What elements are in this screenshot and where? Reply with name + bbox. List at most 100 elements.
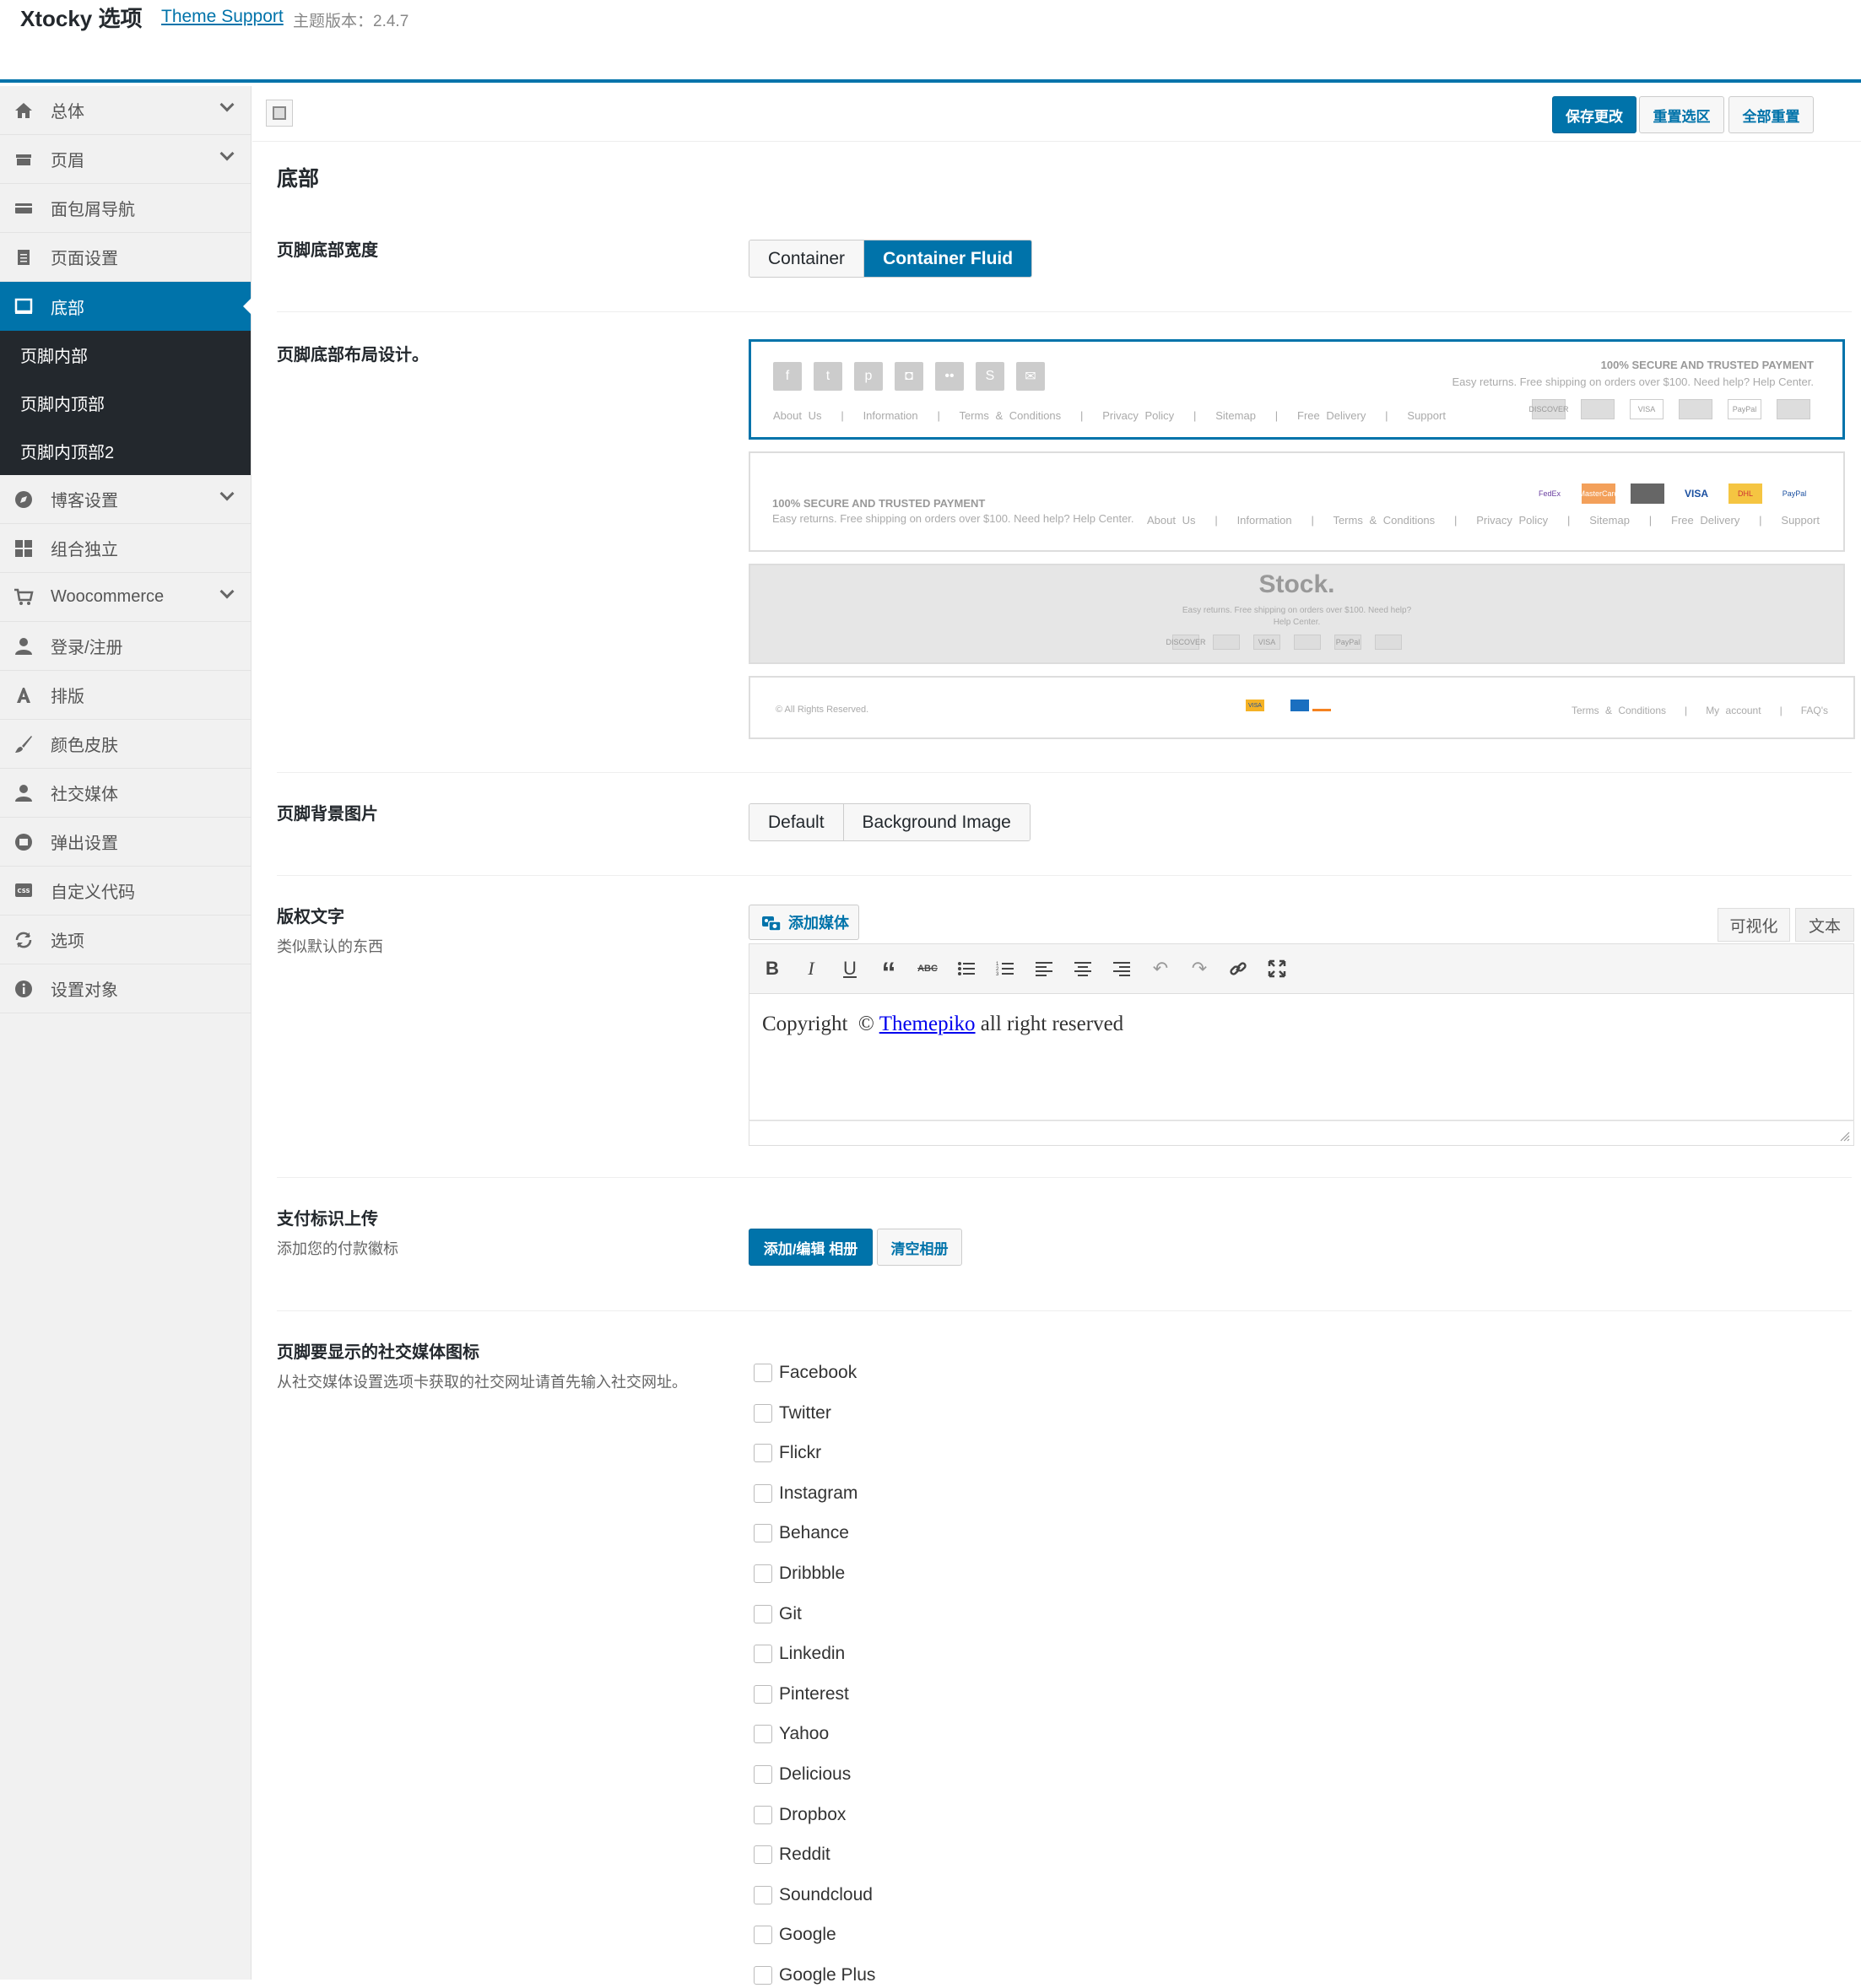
sidebar-subitem-footer-top[interactable]: 页脚内顶部	[0, 379, 251, 427]
tab-visual[interactable]: 可视化	[1718, 908, 1790, 942]
user-icon	[12, 781, 35, 805]
sidebar-item-blog[interactable]: 博客设置	[0, 475, 251, 524]
default-option[interactable]: Default	[749, 804, 844, 840]
social-checkbox-git[interactable]: Git	[754, 1602, 802, 1627]
sidebar-subitem-footer-top2[interactable]: 页脚内顶部2	[0, 427, 251, 475]
sidebar-subitem-footer-inner[interactable]: 页脚内部	[0, 331, 251, 379]
social-checkbox-flickr[interactable]: Flickr	[754, 1440, 821, 1466]
social-checkbox-google-plus[interactable]: Google Plus	[754, 1963, 875, 1988]
checkbox[interactable]	[754, 1684, 772, 1704]
blockquote-icon[interactable]: “	[876, 956, 901, 989]
social-checkbox-twitter[interactable]: Twitter	[754, 1401, 831, 1426]
theme-support-link[interactable]: Theme Support	[161, 7, 284, 27]
sidebar-item-page-settings[interactable]: 页面设置	[0, 233, 251, 282]
brand-text-2: Help Center.	[1273, 618, 1321, 627]
social-checkbox-google[interactable]: Google	[754, 1922, 836, 1947]
numbered-list-icon[interactable]: 123	[993, 956, 1018, 981]
checkbox-label: Flickr	[779, 1443, 822, 1463]
sidebar-item-footer[interactable]: 底部	[0, 282, 252, 331]
checkbox[interactable]	[754, 1966, 772, 1985]
undo-icon[interactable]: ↶	[1148, 956, 1173, 981]
checkbox[interactable]	[754, 1885, 772, 1904]
bold-icon[interactable]: B	[760, 956, 785, 981]
footer-layout-option-4[interactable]: © All Rights Reserved. VISA Terms & Cond…	[749, 676, 1855, 739]
checkbox[interactable]	[754, 1524, 772, 1543]
fullscreen-icon[interactable]	[1264, 956, 1290, 981]
social-checkbox-facebook[interactable]: Facebook	[754, 1360, 857, 1386]
checkbox[interactable]	[754, 1645, 772, 1664]
skype-icon: S	[976, 362, 1004, 391]
align-center-icon[interactable]	[1070, 956, 1096, 981]
reset-all-button[interactable]: 全部重置	[1728, 96, 1814, 133]
social-checkbox-soundcloud[interactable]: Soundcloud	[754, 1883, 873, 1908]
checkbox[interactable]	[754, 1926, 772, 1945]
sidebar-item-typography[interactable]: 排版	[0, 671, 251, 720]
redo-icon[interactable]: ↷	[1187, 956, 1212, 981]
tab-text[interactable]: 文本	[1795, 908, 1854, 942]
background-image-option[interactable]: Background Image	[843, 804, 1030, 840]
sidebar-item-portfolio[interactable]: 组合独立	[0, 524, 251, 573]
container-fluid-option[interactable]: Container Fluid	[864, 240, 1032, 277]
checkbox[interactable]	[754, 1403, 772, 1423]
expand-options-button[interactable]	[266, 100, 293, 127]
sidebar-item-label: 登录/注册	[51, 639, 123, 657]
link-icon[interactable]	[1225, 956, 1251, 981]
social-checkbox-reddit[interactable]: Reddit	[754, 1842, 830, 1867]
sidebar-item-header[interactable]: 页眉	[0, 135, 251, 184]
checkbox[interactable]	[754, 1483, 772, 1503]
add-edit-gallery-button[interactable]: 添加/编辑 相册	[749, 1229, 873, 1266]
checkbox[interactable]	[754, 1725, 772, 1744]
sidebar-item-woocommerce[interactable]: Woocommerce	[0, 573, 251, 622]
strikethrough-icon[interactable]: ABC	[915, 956, 940, 981]
checkbox[interactable]	[754, 1564, 772, 1583]
underline-icon[interactable]: U	[837, 956, 863, 981]
social-checkbox-delicious[interactable]: Delicious	[754, 1762, 851, 1787]
social-checkbox-instagram[interactable]: Instagram	[754, 1481, 857, 1506]
container-option[interactable]: Container	[749, 240, 865, 277]
visa-card-icon: VISA	[1253, 635, 1280, 650]
sidebar-item-breadcrumb[interactable]: 面包屑导航	[0, 184, 251, 233]
editor-content[interactable]: Copyright © Themepiko all right reserved	[749, 994, 1854, 1121]
checkbox[interactable]	[754, 1805, 772, 1824]
add-media-button[interactable]: 添加媒体	[749, 905, 859, 940]
save-button[interactable]: 保存更改	[1552, 96, 1636, 133]
checkbox[interactable]	[754, 1765, 772, 1784]
sidebar-item-label: 博客设置	[51, 492, 118, 511]
sidebar-item-label: 面包屑导航	[51, 201, 135, 219]
align-left-icon[interactable]	[1031, 956, 1057, 981]
social-checkbox-behance[interactable]: Behance	[754, 1521, 849, 1546]
bullet-list-icon[interactable]	[954, 956, 979, 981]
social-checkbox-linkedin[interactable]: Linkedin	[754, 1641, 845, 1667]
sidebar-item-login[interactable]: 登录/注册	[0, 622, 251, 671]
copyright-desc: 类似默认的东西	[277, 938, 383, 955]
sidebar-item-custom-code[interactable]: CSS 自定义代码	[0, 867, 251, 916]
social-checkbox-pinterest[interactable]: Pinterest	[754, 1682, 849, 1707]
checkbox[interactable]	[754, 1444, 772, 1463]
sidebar-item-color-skin[interactable]: 颜色皮肤	[0, 720, 251, 769]
social-checkbox-dribbble[interactable]: Dribbble	[754, 1561, 845, 1586]
checkbox[interactable]	[754, 1845, 772, 1865]
clear-gallery-button[interactable]: 清空相册	[877, 1229, 962, 1266]
expand-icon	[273, 106, 286, 120]
sidebar-item-popup[interactable]: 弹出设置	[0, 818, 251, 867]
reset-section-button[interactable]: 重置选区	[1639, 96, 1724, 133]
themepiko-link[interactable]: Themepiko	[879, 1013, 976, 1035]
mastercard-icon: MasterCard	[1579, 483, 1619, 504]
resize-handle-icon[interactable]	[1838, 1130, 1850, 1142]
social-checkbox-yahoo[interactable]: Yahoo	[754, 1721, 829, 1747]
sidebar-item-label: 页面设置	[51, 250, 118, 268]
sidebar-item-social[interactable]: 社交媒体	[0, 769, 251, 818]
footer-layout-option-3[interactable]: Stock. Easy returns. Free shipping on or…	[749, 564, 1845, 664]
align-right-icon[interactable]	[1109, 956, 1134, 981]
copyright-row: 版权文字 类似默认的东西 添加媒体 可视化 文本 B I U “ ABC 123…	[277, 876, 1854, 1178]
footer-layout-option-2[interactable]: 100% SECURE AND TRUSTED PAYMENT Easy ret…	[749, 451, 1845, 552]
footer-layout-option-1[interactable]: f t p ◘ •• S ✉ About Us | Information | …	[749, 339, 1845, 440]
sidebar-item-general[interactable]: 总体	[0, 86, 251, 135]
italic-icon[interactable]: I	[798, 956, 824, 981]
sidebar-item-settings-object[interactable]: 设置对象	[0, 964, 251, 1013]
grid-icon	[12, 537, 35, 560]
sidebar-item-options[interactable]: 选项	[0, 916, 251, 964]
checkbox[interactable]	[754, 1364, 772, 1382]
social-checkbox-dropbox[interactable]: Dropbox	[754, 1802, 846, 1828]
checkbox[interactable]	[754, 1604, 772, 1623]
